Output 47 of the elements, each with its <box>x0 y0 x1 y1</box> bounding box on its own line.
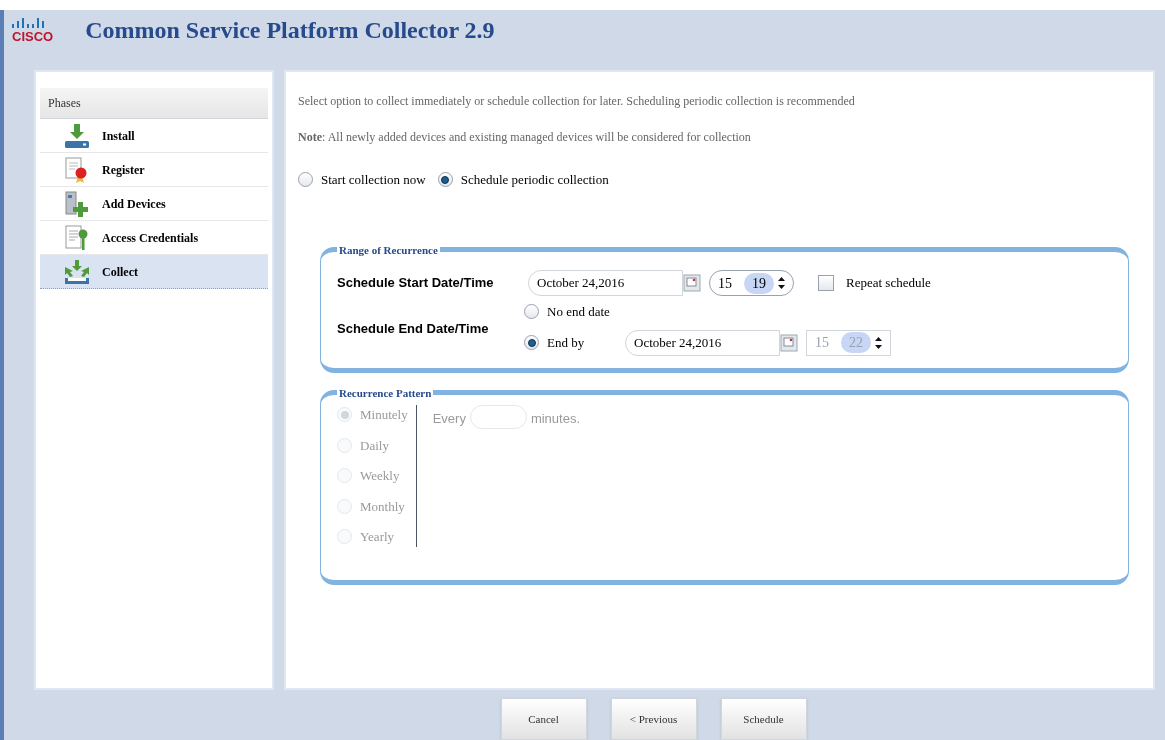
logo-bars-icon <box>12 17 46 30</box>
phase-label: Collect <box>102 263 138 281</box>
group-legend: Recurrence Pattern <box>337 384 434 401</box>
radio-button[interactable] <box>298 172 313 188</box>
phase-item[interactable]: Collect <box>40 255 268 289</box>
every-label: Every <box>432 410 466 428</box>
footer-button[interactable]: Cancel <box>500 698 587 740</box>
minute-value: 19 <box>744 272 774 294</box>
field-label: Schedule Start Date/Time <box>337 274 495 293</box>
radio-label: No end date <box>547 303 611 321</box>
radio-label: Schedule periodic collection <box>460 171 609 189</box>
spinner-arrows-icon[interactable] <box>778 276 785 290</box>
document-key-icon <box>64 224 90 251</box>
minute-value: 22 <box>841 332 871 353</box>
radio-label: End by <box>547 333 586 352</box>
radio-label: Yearly <box>360 528 395 546</box>
radio-button[interactable] <box>437 172 453 188</box>
note-text: Note: All newly added devices and existing managed devices will be considered for collection <box>298 129 752 146</box>
radio-label: Monthly <box>360 497 405 516</box>
phase-label: Access Credentials <box>102 229 199 247</box>
radio-label: Weekly <box>360 467 400 485</box>
field-label: Schedule End Date/Time <box>337 320 490 338</box>
logo-text: CISCO <box>12 29 54 43</box>
date-field[interactable]: October 24,2016 <box>528 270 683 296</box>
time-field[interactable]: 15 19 <box>709 270 794 296</box>
download-drive-icon <box>64 122 90 149</box>
checkbox-label: Repeat schedule <box>846 274 931 293</box>
phase-label: Add Devices <box>102 195 166 213</box>
footer-button[interactable]: < Previous <box>610 698 697 740</box>
radio-label: Start collection now <box>321 171 426 189</box>
radio-label: Daily <box>360 436 389 455</box>
radio-label: Minutely <box>360 406 408 424</box>
checkbox[interactable] <box>818 275 834 291</box>
unit-label: minutes. <box>530 410 581 428</box>
calendar-icon[interactable] <box>683 274 701 292</box>
group-legend: Range of Recurrence <box>337 241 440 258</box>
intro-text: Select option to collect immediately or schedule collection for later. Scheduling periodic collection is recommended <box>298 93 856 110</box>
hour-value: 15 <box>815 334 829 352</box>
collect-arrows-icon <box>64 258 90 285</box>
hour-value: 15 <box>718 274 732 293</box>
phase-label: Register <box>102 161 145 179</box>
device-add-icon <box>64 190 90 217</box>
phase-label: Install <box>102 127 135 145</box>
phases-header: Phases <box>40 88 268 119</box>
app-title: Common Service Platform Collector 2.9 <box>85 16 495 45</box>
footer-button[interactable]: Schedule <box>720 698 807 740</box>
calendar-icon[interactable] <box>780 333 798 352</box>
